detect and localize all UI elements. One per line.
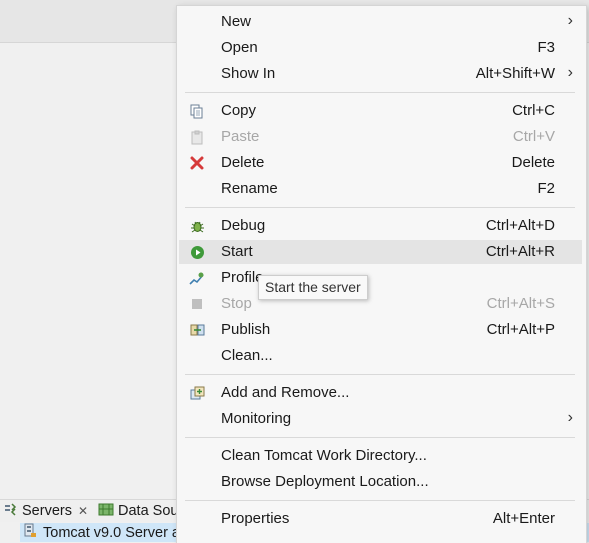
menu-item-shortcut: Alt+Enter — [492, 510, 555, 527]
menu-item-rename[interactable]: Rename F2 — [179, 177, 582, 201]
menu-item-debug[interactable]: Debug Ctrl+Alt+D — [179, 214, 582, 238]
menu-item-label: Publish — [221, 321, 271, 338]
menu-item-label: Add and Remove... — [221, 384, 350, 401]
chevron-right-icon: › — [567, 64, 573, 81]
menu-item-label: Show In — [221, 65, 276, 82]
menu-item-shortcut: Ctrl+Alt+D — [485, 217, 555, 234]
menu-item-shortcut: Ctrl+V — [512, 128, 555, 145]
menu-item-label: Delete — [221, 154, 265, 171]
menu-item-show-in[interactable]: Show In Alt+Shift+W › — [179, 62, 582, 86]
menu-item-shortcut: Ctrl+Alt+R — [485, 243, 555, 260]
delete-icon — [189, 155, 205, 171]
server-icon — [24, 523, 37, 542]
profile-icon — [189, 270, 205, 286]
paste-icon — [189, 129, 205, 145]
menu-item-shortcut: Alt+Shift+W — [475, 65, 555, 82]
chevron-right-icon: › — [567, 409, 573, 426]
context-menu: New › Open F3 Show In Alt+Shift+W › Copy… — [176, 5, 587, 543]
menu-item-clean-tomcat-work-directory[interactable]: Clean Tomcat Work Directory... — [179, 444, 582, 468]
start-tooltip: Start the server — [258, 275, 368, 300]
menu-item-label: Rename — [221, 180, 278, 197]
menu-item-add-and-remove[interactable]: Add and Remove... — [179, 381, 582, 405]
menu-separator — [185, 374, 575, 375]
menu-item-copy[interactable]: Copy Ctrl+C — [179, 99, 582, 123]
servers-view-icon — [3, 502, 18, 520]
menu-item-label: Monitoring — [221, 410, 292, 427]
menu-item-label: Browse Deployment Location... — [221, 473, 429, 490]
menu-item-new[interactable]: New › — [179, 10, 582, 34]
menu-item-shortcut: Ctrl+Alt+S — [486, 295, 555, 312]
menu-item-shortcut: Ctrl+C — [512, 102, 555, 119]
menu-item-paste[interactable]: Paste Ctrl+V — [179, 125, 582, 149]
menu-separator — [185, 92, 575, 93]
menu-item-shortcut: F2 — [537, 180, 555, 197]
debug-icon — [189, 218, 205, 234]
menu-item-label: Copy — [221, 102, 257, 119]
menu-item-delete[interactable]: Delete Delete — [179, 151, 582, 175]
menu-item-clean[interactable]: Clean... — [179, 344, 582, 368]
menu-item-monitoring[interactable]: Monitoring › — [179, 407, 582, 431]
tab-servers[interactable]: Servers ✕ — [3, 501, 88, 521]
menu-item-shortcut: Ctrl+Alt+P — [486, 321, 555, 338]
menu-item-label: Clean Tomcat Work Directory... — [221, 447, 427, 464]
start-icon — [189, 244, 205, 260]
menu-item-properties[interactable]: Properties Alt+Enter — [179, 507, 582, 531]
menu-item-label: Debug — [221, 217, 266, 234]
menu-separator — [185, 207, 575, 208]
menu-item-label: Paste — [221, 128, 260, 145]
tab-data-source-explorer[interactable]: Data Sou — [98, 501, 178, 521]
menu-item-browse-deployment-location[interactable]: Browse Deployment Location... — [179, 470, 582, 494]
menu-item-shortcut: Delete — [511, 154, 555, 171]
tab-data-source-label: Data Sou — [118, 503, 179, 519]
menu-item-label: Clean... — [221, 347, 273, 364]
menu-item-profile[interactable]: Profile — [179, 266, 582, 290]
menu-item-open[interactable]: Open F3 — [179, 36, 582, 60]
data-source-icon — [98, 502, 114, 521]
add-remove-icon — [189, 385, 205, 401]
menu-item-label: Stop — [221, 295, 252, 312]
menu-item-publish[interactable]: Publish Ctrl+Alt+P — [179, 318, 582, 342]
menu-item-label: Start — [221, 243, 253, 260]
copy-icon — [189, 103, 205, 119]
publish-icon — [189, 322, 205, 338]
menu-separator — [185, 437, 575, 438]
menu-item-shortcut: F3 — [537, 39, 555, 56]
tab-servers-label: Servers — [22, 503, 72, 519]
menu-item-start[interactable]: Start Ctrl+Alt+R — [179, 240, 582, 264]
chevron-right-icon: › — [567, 12, 573, 29]
close-icon[interactable]: ✕ — [78, 504, 88, 518]
menu-item-label: Open — [221, 39, 258, 56]
menu-item-stop[interactable]: Stop Ctrl+Alt+S — [179, 292, 582, 316]
menu-item-label: Properties — [221, 510, 290, 527]
stop-icon — [189, 296, 205, 312]
menu-separator — [185, 500, 575, 501]
menu-item-label: New — [221, 13, 252, 30]
